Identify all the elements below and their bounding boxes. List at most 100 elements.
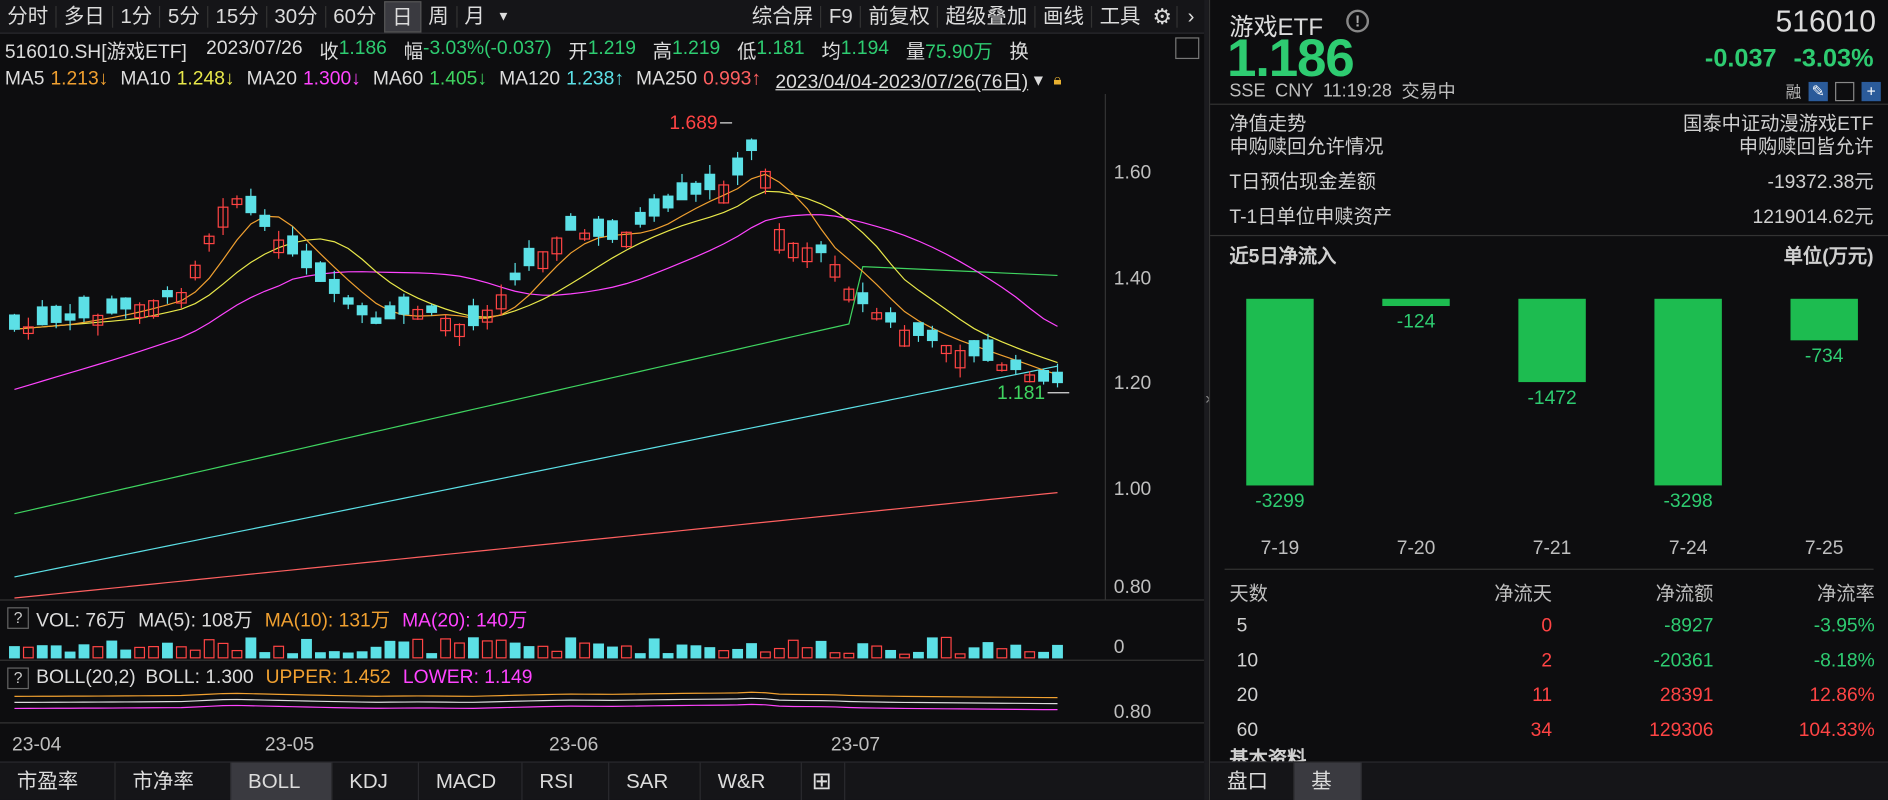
candle-body — [593, 218, 604, 237]
x-tick-23-06: 23-06 — [549, 735, 598, 756]
cell: 104.33% — [1798, 719, 1875, 741]
help-icon[interactable]: ? — [7, 607, 29, 629]
tab-basic[interactable]: 基本 — [1294, 762, 1362, 800]
cell: 28391 — [1659, 684, 1714, 706]
bell-icon[interactable] — [1835, 81, 1855, 101]
min-price-label: 1.181 — [997, 383, 1045, 404]
candle-body — [50, 305, 62, 323]
collapse-chevron-right-icon[interactable]: › — [1178, 1, 1204, 32]
tab-macd[interactable]: MACD — [419, 762, 523, 800]
volume-label: 量 — [905, 42, 926, 63]
tab-boll[interactable]: BOLL — [231, 762, 333, 800]
volume-bar — [593, 643, 604, 659]
period-tab-day[interactable]: 日 — [383, 0, 422, 32]
y-tick-0-80: 0.80 — [1114, 577, 1151, 598]
col-net-amount: 净流额 — [1655, 583, 1714, 605]
tab-kdj[interactable]: KDJ — [332, 762, 420, 800]
f9-button[interactable]: F9 — [822, 1, 860, 32]
period-tab-week[interactable]: 周 — [421, 1, 456, 32]
cell: 11 — [1532, 684, 1553, 706]
market-label: SSE — [1229, 80, 1266, 102]
ma60-label: MA60 — [372, 68, 424, 90]
candle-body — [982, 339, 994, 361]
currency-label: CNY — [1275, 80, 1314, 102]
inflow-date: 7-20 — [1397, 538, 1436, 559]
layout-toggle-icon[interactable] — [1175, 37, 1200, 60]
ma120-value: 1.238↑ — [566, 68, 625, 90]
candle-body — [885, 312, 897, 323]
composite-screen-button[interactable]: 综合屏 — [745, 1, 821, 32]
period-tab-60min[interactable]: 60分 — [326, 1, 384, 32]
period-tab-5min[interactable]: 5分 — [161, 1, 207, 32]
change-amount: -0.037 — [1704, 44, 1777, 73]
inflow-bar — [1790, 298, 1858, 341]
fuquan-button[interactable]: 前复权 — [861, 1, 937, 32]
candle-body — [690, 182, 702, 195]
period-dropdown-icon[interactable]: ▼ — [492, 1, 515, 32]
tab-pe[interactable]: 市盈率 — [0, 762, 116, 800]
volume-bar — [162, 642, 173, 659]
tab-sar[interactable]: SAR — [609, 762, 701, 800]
ma20-label: MA20 — [246, 68, 297, 90]
volume-bar — [426, 653, 438, 659]
price-change: -0.037 -3.03% — [1705, 45, 1874, 74]
ma10-label: MA10 — [120, 68, 171, 90]
period-tab-multiday[interactable]: 多日 — [57, 1, 112, 32]
period-tab-30min[interactable]: 30分 — [267, 1, 325, 32]
candle-body — [732, 157, 744, 176]
tools-button[interactable]: 工具 — [1092, 1, 1147, 32]
period-tab-1min[interactable]: 1分 — [113, 1, 159, 32]
candle-body — [648, 198, 660, 217]
inflow-date: 7-24 — [1669, 538, 1708, 559]
right-bottom-tabs: 盘口 基本 — [1210, 761, 1888, 800]
date-range-selector[interactable]: 2023/04/04-2023/07/26(76日) — [775, 65, 1028, 94]
candle-body — [64, 313, 76, 321]
candle-body — [259, 214, 271, 227]
volume-bar — [607, 646, 618, 659]
pencil-icon[interactable]: ✎ — [1808, 81, 1828, 101]
y-tick-1-00: 1.00 — [1114, 479, 1151, 500]
candle-body — [1038, 370, 1050, 382]
kline-chart[interactable]: 1.689 1.181 1.60 1.40 1.20 1.00 0.80 0 0… — [0, 93, 1205, 762]
open-value: 1.219 — [587, 38, 636, 60]
lock-icon[interactable]: 🔒︎ — [1053, 70, 1061, 89]
volume-bar — [467, 637, 479, 659]
inflow-value: -734 — [1805, 346, 1844, 367]
change-label: 幅 — [403, 42, 424, 63]
volume-bar — [857, 643, 869, 659]
high-label: 高 — [652, 42, 673, 63]
candle-body — [607, 220, 618, 240]
ma5-value: 1.213↓ — [50, 68, 109, 90]
settings-gear-icon[interactable]: ⚙ — [1148, 1, 1177, 32]
draw-line-button[interactable]: 画线 — [1036, 1, 1091, 32]
cell: -3.95% — [1813, 615, 1875, 636]
ma250-value: 0.993↑ — [703, 68, 761, 90]
period-tab-month[interactable]: 月 — [457, 1, 492, 32]
unit-assets-label: T-1日单位申赎资产 — [1229, 207, 1393, 228]
period-tab-15min[interactable]: 15分 — [208, 1, 266, 32]
tab-pb[interactable]: 市净率 — [116, 762, 232, 800]
candle-body — [398, 296, 410, 315]
volume-bar — [982, 642, 994, 659]
security-code: 516010.SH[游戏ETF] — [4, 42, 187, 63]
tab-rsi[interactable]: RSI — [523, 762, 610, 800]
candle-body — [9, 314, 20, 330]
overlay-button[interactable]: 超级叠加 — [938, 1, 1034, 32]
help-icon[interactable]: ? — [7, 667, 29, 690]
tab-wr[interactable]: W&R — [701, 762, 802, 800]
add-watchlist-icon[interactable]: + — [1861, 81, 1881, 101]
candle-body — [913, 322, 924, 336]
avg-label: 均 — [821, 42, 841, 63]
cash-diff-value: -19372.38元 — [1767, 172, 1874, 193]
tab-pankou[interactable]: 盘口 — [1210, 762, 1295, 800]
range-dropdown-icon[interactable]: ▼ — [1031, 70, 1047, 88]
ma20-value: 1.300↓ — [302, 68, 361, 90]
ma250-label: MA250 — [636, 68, 698, 90]
inflow-value: -124 — [1397, 312, 1436, 333]
volume-bar — [78, 644, 90, 659]
add-indicator-icon[interactable]: ⊞ — [802, 762, 846, 800]
period-tab-fenshi[interactable]: 分时 — [0, 1, 55, 32]
candle-body — [1010, 359, 1022, 371]
candle-body — [328, 278, 340, 294]
volume-bar — [9, 646, 20, 659]
